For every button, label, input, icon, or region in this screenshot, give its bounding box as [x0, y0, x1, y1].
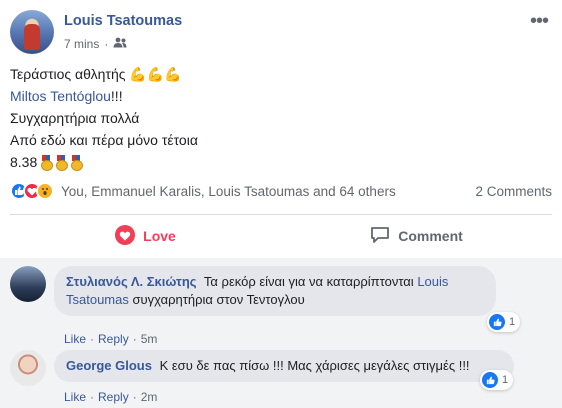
post-meta: 7 mins ·: [64, 37, 127, 51]
post-text: Τεράστιος αθλητής 💪💪💪 Miltos Tentóglou!!…: [10, 63, 550, 173]
reactions-summary: You, Emmanuel Karalis, Louis Tsatoumas a…: [10, 180, 552, 202]
comment: Στυλιανός Λ. Σκιώτης Τα ρεκόρ είναι για …: [10, 266, 552, 346]
comments-count[interactable]: 2 Comments: [475, 184, 552, 199]
reaction-icons[interactable]: [10, 182, 54, 200]
reactions-text[interactable]: You, Emmanuel Karalis, Louis Tsatoumas a…: [61, 184, 396, 199]
like-icon: [482, 372, 498, 388]
commenter-avatar[interactable]: [10, 266, 46, 302]
comment-reply-link[interactable]: Reply: [98, 390, 129, 404]
comment-actions: Like · Reply · 5m: [64, 332, 158, 346]
comment-button[interactable]: Comment: [281, 216, 552, 256]
post-line-5: 8.38: [10, 151, 550, 173]
comment-time[interactable]: 5m: [141, 332, 158, 346]
commenter-name[interactable]: Στυλιανός Λ. Σκιώτης: [66, 274, 197, 289]
comment-like-link[interactable]: Like: [64, 332, 86, 346]
love-button[interactable]: Love: [10, 216, 281, 256]
post-line-3: Συγχαρητήρια πολλά: [10, 110, 140, 126]
comment-bubble: George Glous Κ εσυ δε πας πίσω !!! Μας χ…: [54, 350, 514, 382]
like-icon: [489, 314, 505, 330]
post-author[interactable]: Louis Tsatoumas: [64, 13, 182, 29]
comment-actions: Like · Reply · 2m: [64, 390, 158, 404]
medal-icon: [70, 155, 84, 171]
medal-icon: [40, 155, 54, 171]
commenter-name[interactable]: George Glous: [66, 358, 152, 373]
love-icon: [115, 224, 136, 248]
post-header: Louis Tsatoumas 7 mins · •••: [10, 8, 552, 58]
mention-link[interactable]: Tsatoumas: [66, 292, 129, 307]
comment-reaction-badge[interactable]: 1: [487, 312, 521, 332]
comment-time[interactable]: 2m: [141, 390, 158, 404]
post-line-4: Από εδώ και πέρα μόνο τέτοια: [10, 132, 198, 148]
comment: George Glous Κ εσυ δε πας πίσω !!! Μας χ…: [10, 350, 552, 406]
comments-section: Στυλιανός Λ. Σκιώτης Τα ρεκόρ είναι για …: [0, 258, 562, 408]
comment-icon: [370, 226, 390, 247]
wow-icon: [36, 182, 54, 200]
divider: [10, 214, 552, 215]
friends-icon[interactable]: [113, 37, 127, 51]
flexed-biceps-icon: 💪💪💪: [129, 66, 182, 82]
author-avatar[interactable]: [10, 10, 54, 54]
tagged-person-link[interactable]: Miltos Tentóglou: [10, 88, 111, 104]
mention-link[interactable]: Louis: [417, 274, 448, 289]
comment-reply-link[interactable]: Reply: [98, 332, 129, 346]
comment-like-link[interactable]: Like: [64, 390, 86, 404]
comment-bubble: Στυλιανός Λ. Σκιώτης Τα ρεκόρ είναι για …: [54, 266, 496, 316]
post-line-2: Miltos Tentóglou!!!: [10, 88, 123, 104]
post-line-1: Τεράστιος αθλητής 💪💪💪: [10, 66, 182, 82]
comment-reaction-badge[interactable]: 1: [480, 370, 514, 390]
commenter-avatar[interactable]: [10, 350, 46, 386]
more-options-icon[interactable]: •••: [530, 10, 549, 33]
medal-icon: [55, 155, 69, 171]
post-actions: Love Comment: [10, 216, 552, 256]
post-time[interactable]: 7 mins: [64, 37, 99, 51]
